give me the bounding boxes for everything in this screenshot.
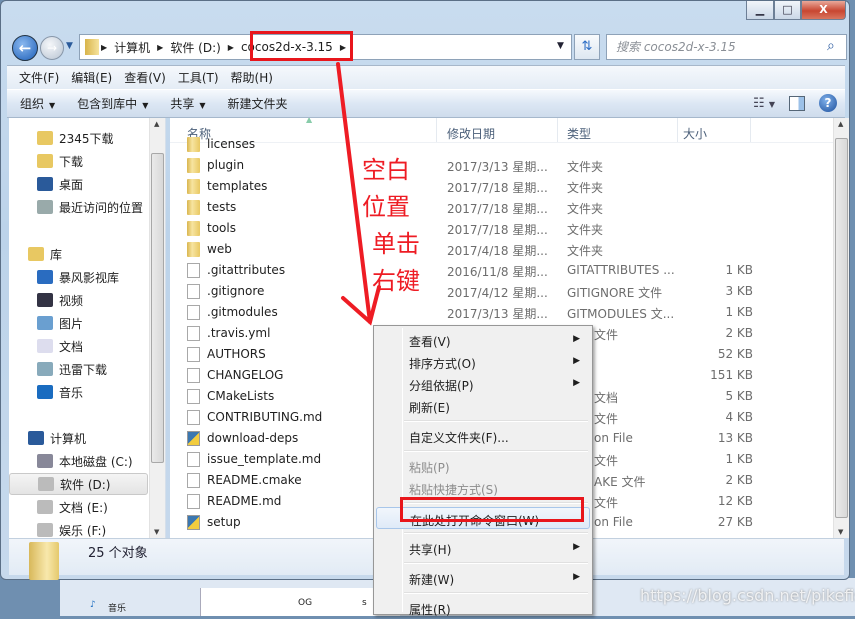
annotation-line: 位置 [362,193,410,221]
annotation-line: 右键 [372,267,420,295]
annotation-line: 单击 [372,230,420,258]
annotation-line: 空白 [362,156,410,184]
annotation-text: 空白 位置 单击 右键 [362,152,432,300]
annotation-arrow [336,62,381,326]
